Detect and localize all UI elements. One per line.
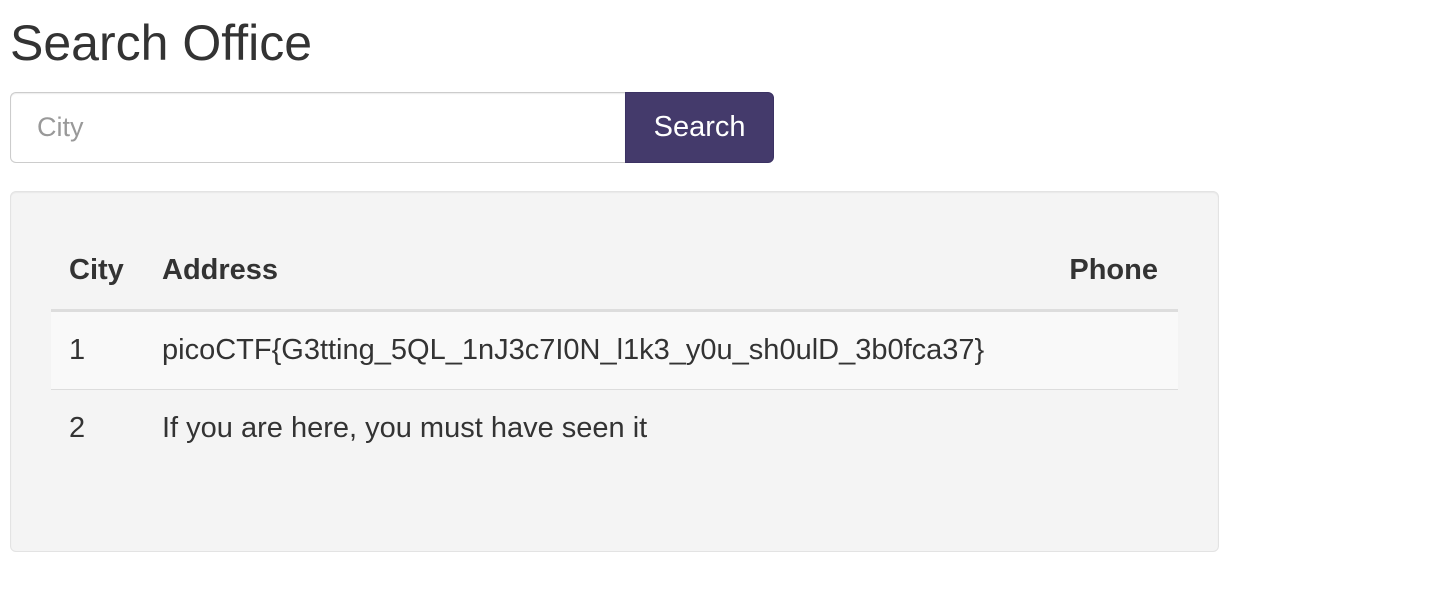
table-row: 1 picoCTF{G3tting_5QL_1nJ3c7I0N_l1k3_y0u… bbox=[51, 310, 1178, 390]
page: Search Office Search City Address Phone … bbox=[0, 0, 1450, 593]
results-table-header: City Address Phone bbox=[51, 232, 1178, 312]
table-row: 2 If you are here, you must have seen it bbox=[51, 390, 1178, 468]
cell-address: picoCTF{G3tting_5QL_1nJ3c7I0N_l1k3_y0u_s… bbox=[144, 310, 1046, 390]
cell-phone bbox=[1045, 310, 1178, 390]
city-search-input[interactable] bbox=[10, 92, 626, 163]
results-panel: City Address Phone 1 picoCTF{G3tting_5QL… bbox=[10, 191, 1219, 552]
column-header-city: City bbox=[51, 232, 144, 312]
search-button[interactable]: Search bbox=[625, 92, 774, 163]
header-row: City Address Phone bbox=[51, 232, 1178, 312]
page-title: Search Office bbox=[10, 15, 313, 71]
column-header-phone: Phone bbox=[1045, 232, 1178, 312]
results-table-body: 1 picoCTF{G3tting_5QL_1nJ3c7I0N_l1k3_y0u… bbox=[51, 310, 1178, 468]
cell-city: 2 bbox=[69, 412, 86, 444]
column-header-address: Address bbox=[144, 232, 1046, 312]
results-table: City Address Phone 1 picoCTF{G3tting_5QL… bbox=[51, 232, 1178, 467]
cell-phone bbox=[1045, 390, 1178, 468]
search-form: Search bbox=[10, 92, 774, 163]
cell-address: If you are here, you must have seen it bbox=[162, 412, 648, 444]
cell-city: 1 bbox=[51, 310, 144, 390]
